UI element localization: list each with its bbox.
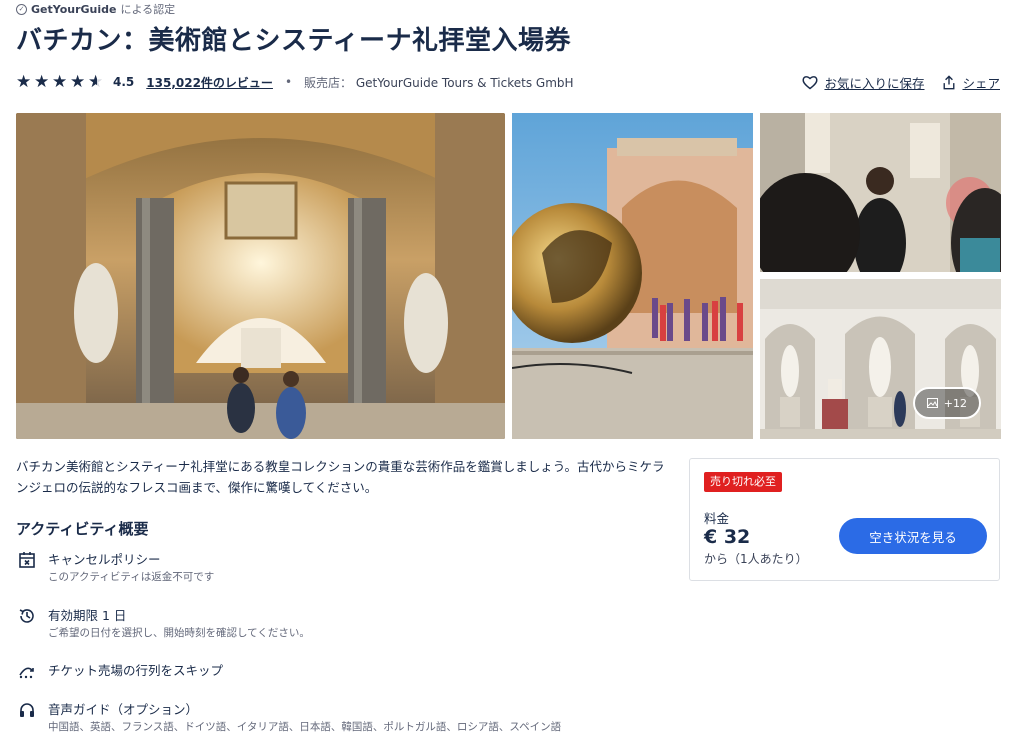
feature-skip-line: チケット売場の行列をスキップ xyxy=(16,662,223,684)
feature-audio-guide: 音声ガイド（オプション） 中国語、英語、フランス語、ドイツ語、イタリア語、日本語… xyxy=(16,701,561,735)
price-card: 売り切れ必至 料金 € 32 から（1人あたり） 空き状況を見る xyxy=(689,458,1000,581)
feature-subtitle: 中国語、英語、フランス語、ドイツ語、イタリア語、日本語、韓国語、ポルトガル語、ロ… xyxy=(48,721,562,733)
image-icon xyxy=(926,398,938,408)
skip-line-icon xyxy=(16,662,38,684)
page-title: バチカン：美術館とシスティーナ礼拝堂入場券 xyxy=(16,26,571,56)
share-label: シェア xyxy=(962,75,1000,91)
guide-image xyxy=(760,113,1001,272)
seller-label: 販売店： xyxy=(304,75,353,90)
calendar-cancel-icon xyxy=(16,551,38,573)
feature-title: キャンセルポリシー xyxy=(48,552,161,567)
save-favorite-label: お気に入りに保存 xyxy=(824,75,925,91)
share-button[interactable]: シェア xyxy=(942,73,1000,92)
verified-check-icon: ✓ xyxy=(16,3,27,15)
price-label: 料金 xyxy=(704,511,730,526)
seller-name: GetYourGuide Tours & Tickets GmbH xyxy=(355,75,574,90)
seller-info: 販売店： GetYourGuide Tours & Tickets GmbH xyxy=(304,74,574,91)
activity-description: バチカン美術館とシスティーナ礼拝堂にある教皇コレクションの貴重な芸術作品を鑑賞し… xyxy=(16,459,665,495)
feature-validity: 有効期限 1 日 ご希望の日付を選択し、開始時刻を確認してください。 xyxy=(16,607,310,641)
likely-sell-out-badge: 売り切れ必至 xyxy=(704,472,782,492)
badge-suffix: による認定 xyxy=(120,3,176,16)
star-icon: ★ ★ xyxy=(70,71,86,92)
star-icon: ★ ★ xyxy=(88,71,104,92)
check-availability-button[interactable]: 空き状況を見る xyxy=(839,518,987,554)
badge-brand: GetYourGuide xyxy=(31,2,117,16)
more-photos-button[interactable]: +12 xyxy=(912,387,981,419)
star-icon: ★ ★ xyxy=(34,71,50,92)
feature-subtitle: ご希望の日付を選択し、開始時刻を確認してください。 xyxy=(48,627,310,639)
reviews-link[interactable]: 135,022件のレビュー xyxy=(146,74,273,91)
photo-museum-corridor[interactable] xyxy=(16,113,505,439)
sphere-image xyxy=(512,113,753,439)
price-value: € 32 xyxy=(704,526,751,548)
corridor-image xyxy=(16,113,505,439)
certified-badge: ✓ GetYourGuide による認定 xyxy=(16,2,175,16)
price-note: から（1人あたり） xyxy=(704,552,808,566)
rating-value: 4.5 xyxy=(113,75,135,89)
feature-subtitle: このアクティビティは返金不可です xyxy=(48,571,215,583)
feature-title: 有効期限 1 日 xyxy=(48,608,127,623)
star-icon: ★ ★ xyxy=(52,71,68,92)
more-photos-count: +12 xyxy=(943,396,967,410)
feature-title: チケット売場の行列をスキップ xyxy=(48,663,224,678)
separator-dot: • xyxy=(284,75,293,89)
photo-tour-guide[interactable] xyxy=(760,113,1001,272)
save-favorite-button[interactable]: お気に入りに保存 xyxy=(802,73,924,92)
heart-icon xyxy=(802,75,818,89)
clock-validity-icon xyxy=(16,607,38,629)
overview-heading: アクティビティ概要 xyxy=(16,520,149,538)
share-icon xyxy=(944,74,955,89)
star-rating: ★ ★ ★ ★ ★ ★ ★ ★ ★ ★ xyxy=(16,71,105,92)
photo-statue-niches[interactable]: +12 xyxy=(760,279,1001,439)
feature-title: 音声ガイド（オプション） xyxy=(48,702,199,717)
photo-sphere-courtyard[interactable] xyxy=(512,113,753,439)
headphones-icon xyxy=(16,701,38,723)
star-icon: ★ ★ xyxy=(16,71,32,92)
photo-gallery: +12 xyxy=(16,113,1001,439)
meta-row: ★ ★ ★ ★ ★ ★ ★ ★ ★ ★ 4.5 135,022件のレビュー • 販売店： GetY… xyxy=(16,72,574,92)
feature-cancellation: キャンセルポリシー このアクティビティは返金不可です xyxy=(16,551,214,585)
page-actions: お気に入りに保存 シェア xyxy=(802,72,1000,92)
